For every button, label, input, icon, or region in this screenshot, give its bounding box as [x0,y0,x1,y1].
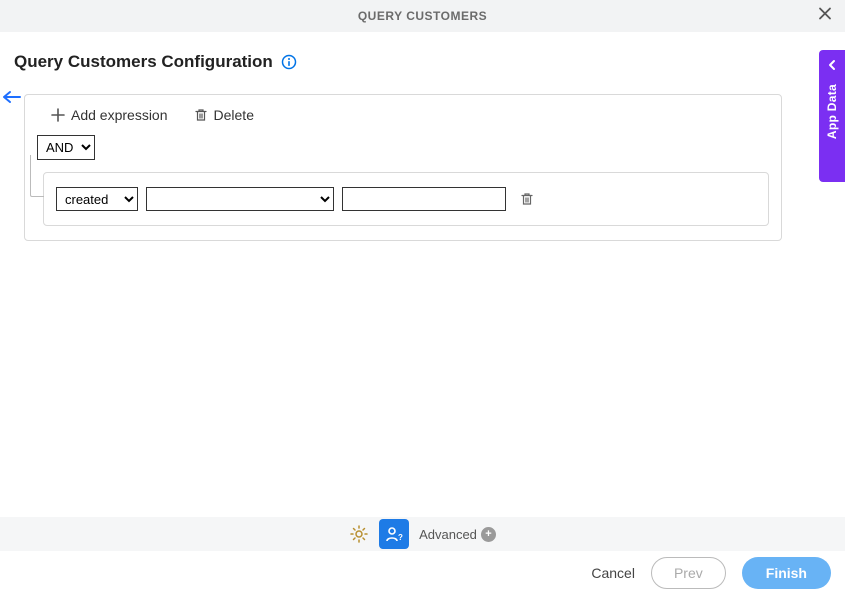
svg-text:?: ? [398,533,403,542]
page-title: Query Customers Configuration [14,52,273,72]
tree-connector [30,155,44,197]
value-input[interactable] [342,187,506,211]
header-title: QUERY CUSTOMERS [358,9,487,23]
query-panel: Add expression Delete AND created [24,94,782,241]
prev-button[interactable]: Prev [651,557,726,589]
add-expression-label: Add expression [71,107,168,123]
footer-toolbar: ? Advanced + [0,517,845,551]
plus-circle-icon: + [481,527,496,542]
trash-icon [194,108,208,122]
advanced-toggle[interactable]: Advanced + [419,527,496,542]
delete-label: Delete [214,107,254,123]
chevron-left-icon [826,58,838,76]
expression-row: created [56,187,756,211]
back-arrow-icon[interactable] [2,90,22,109]
header-bar: QUERY CUSTOMERS [0,0,845,32]
advanced-label: Advanced [419,527,477,542]
logic-operator-select[interactable]: AND [37,135,95,160]
footer-buttons: Cancel Prev Finish [0,551,845,594]
add-expression-button[interactable]: Add expression [51,107,168,123]
cancel-button[interactable]: Cancel [591,565,635,581]
page-title-row: Query Customers Configuration [14,52,831,72]
close-icon[interactable] [817,6,833,27]
app-data-side-tab[interactable]: App Data [819,50,845,182]
expression-group: created [43,172,769,226]
delete-button[interactable]: Delete [194,107,254,123]
row-delete-icon[interactable] [520,192,534,206]
gear-icon[interactable] [349,524,369,544]
finish-button[interactable]: Finish [742,557,831,589]
plus-icon [51,108,65,122]
side-tab-label: App Data [825,84,839,139]
field-select[interactable]: created [56,187,138,211]
user-help-icon[interactable]: ? [379,519,409,549]
operator-select[interactable] [146,187,334,211]
info-icon[interactable] [281,54,297,70]
panel-toolbar: Add expression Delete [51,107,769,123]
main-area: Query Customers Configuration Add expres… [0,32,845,241]
